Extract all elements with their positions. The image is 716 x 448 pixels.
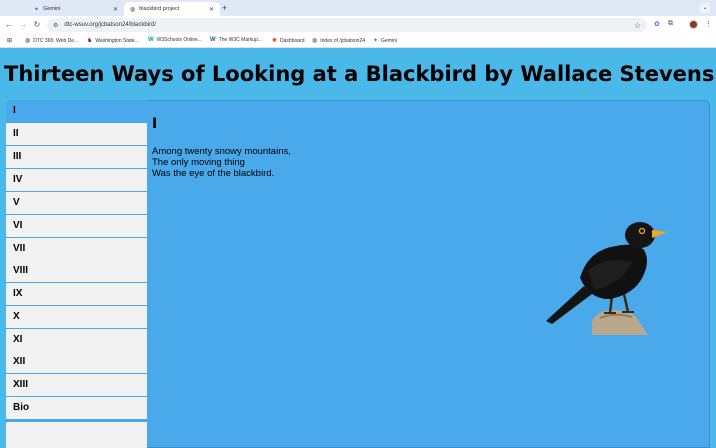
nav-item-ii[interactable]: II bbox=[6, 123, 147, 145]
w3schools-icon: W bbox=[148, 37, 154, 43]
bookmark-gemini[interactable]: ✦ Gemini bbox=[373, 37, 397, 45]
stanza-text: Among twenty snowy mountains, The only m… bbox=[152, 146, 291, 179]
bookmarks-bar: ⊞ ◍ DTC 365: Web De... ♞ Washington State.… bbox=[0, 34, 716, 48]
bookmark-w3schools[interactable]: W W3Schools Online... bbox=[148, 37, 202, 43]
nav-item-iii[interactable]: III bbox=[6, 146, 147, 168]
nav-item-i[interactable]: I bbox=[6, 100, 147, 122]
apps-grid-icon[interactable]: ⊞ bbox=[7, 37, 15, 44]
close-icon[interactable]: ✕ bbox=[209, 6, 214, 13]
bookmark-dtc365[interactable]: ◍ DTC 365: Web De... bbox=[25, 37, 78, 45]
new-tab-button[interactable]: + bbox=[222, 3, 227, 13]
gemini-icon: ✦ bbox=[34, 6, 40, 13]
stanza-heading: I bbox=[152, 116, 158, 132]
bookmark-star-icon[interactable]: ☆ bbox=[634, 21, 641, 30]
address-bar[interactable]: ⚙ dtc-wsuv.org/jcbatson24/blackbird/ ☆ bbox=[47, 18, 647, 32]
globe-icon: ◍ bbox=[25, 38, 31, 44]
nav-item-bio[interactable]: Bio bbox=[6, 397, 147, 419]
close-icon[interactable]: ✕ bbox=[113, 6, 118, 13]
url-text: dtc-wsuv.org/jcbatson24/blackbird/ bbox=[64, 22, 156, 28]
browser-toolbar: ← → ↻ ⚙ dtc-wsuv.org/jcbatson24/blackbir… bbox=[0, 16, 716, 34]
tab-title: blackbird project bbox=[139, 6, 180, 12]
back-icon[interactable]: ← bbox=[4, 20, 14, 29]
bookmark-dashboard[interactable]: ✺ Dashboard bbox=[272, 37, 305, 45]
globe-icon: ◍ bbox=[312, 38, 318, 44]
bookmark-wsu[interactable]: ♞ Washington State... bbox=[87, 37, 139, 45]
nav-item-x[interactable]: X bbox=[6, 306, 147, 328]
nav-item-xi[interactable]: XI bbox=[6, 329, 147, 351]
nav-item-viii[interactable]: VIII bbox=[6, 260, 147, 282]
forward-icon[interactable]: → bbox=[18, 20, 28, 29]
profile-avatar[interactable] bbox=[689, 20, 698, 29]
stanza-content: I Among twenty snowy mountains, The only… bbox=[152, 116, 291, 179]
tab-strip: ✦ Gemini ✕ ◍ blackbird project ✕ + ⌄ bbox=[0, 0, 716, 16]
nav-item-iv[interactable]: IV bbox=[6, 169, 147, 191]
nav-item-xii[interactable]: XII bbox=[6, 351, 147, 373]
site-info-icon[interactable]: ⚙ bbox=[53, 22, 58, 29]
extension-icon[interactable]: ✿ bbox=[654, 20, 660, 28]
bookmark-index[interactable]: ◍ Index of /jcbatson24 bbox=[312, 37, 365, 45]
tab-title: Gemini bbox=[43, 6, 61, 12]
canvas-icon: ✺ bbox=[272, 38, 278, 44]
tab-search-button[interactable]: ⌄ bbox=[700, 3, 710, 13]
globe-icon: ◍ bbox=[130, 6, 136, 13]
menu-kebab-icon[interactable]: ⋮ bbox=[705, 20, 712, 28]
stanza-line: The only moving thing bbox=[152, 157, 245, 168]
nav-item-xiii[interactable]: XIII bbox=[6, 374, 147, 396]
blackbird-image bbox=[546, 222, 667, 335]
extensions-puzzle-icon[interactable]: ⧉ bbox=[668, 20, 673, 28]
nav-item-vi[interactable]: VI bbox=[6, 215, 147, 237]
stanza-nav: I II III IV V VI VII VIII IX X XI XII XI… bbox=[6, 100, 147, 448]
reload-icon[interactable]: ↻ bbox=[32, 20, 42, 29]
page-title: Thirteen Ways of Looking at a Blackbird … bbox=[4, 62, 715, 86]
wsu-icon: ♞ bbox=[87, 38, 93, 44]
nav-item-ix[interactable]: IX bbox=[6, 283, 147, 305]
tab-gemini[interactable]: ✦ Gemini ✕ bbox=[28, 2, 124, 16]
w3c-icon: W bbox=[210, 37, 216, 43]
sidebar-background bbox=[6, 422, 147, 448]
nav-item-v[interactable]: V bbox=[6, 192, 147, 214]
nav-item-vii[interactable]: VII bbox=[6, 238, 147, 260]
stanza-line: Was the eye of the blackbird. bbox=[152, 168, 275, 179]
stanza-line: Among twenty snowy mountains, bbox=[152, 146, 291, 157]
gemini-icon: ✦ bbox=[373, 38, 379, 44]
bookmark-w3c[interactable]: W The W3C Markup... bbox=[210, 37, 262, 43]
tab-blackbird-project[interactable]: ◍ blackbird project ✕ bbox=[124, 2, 220, 16]
